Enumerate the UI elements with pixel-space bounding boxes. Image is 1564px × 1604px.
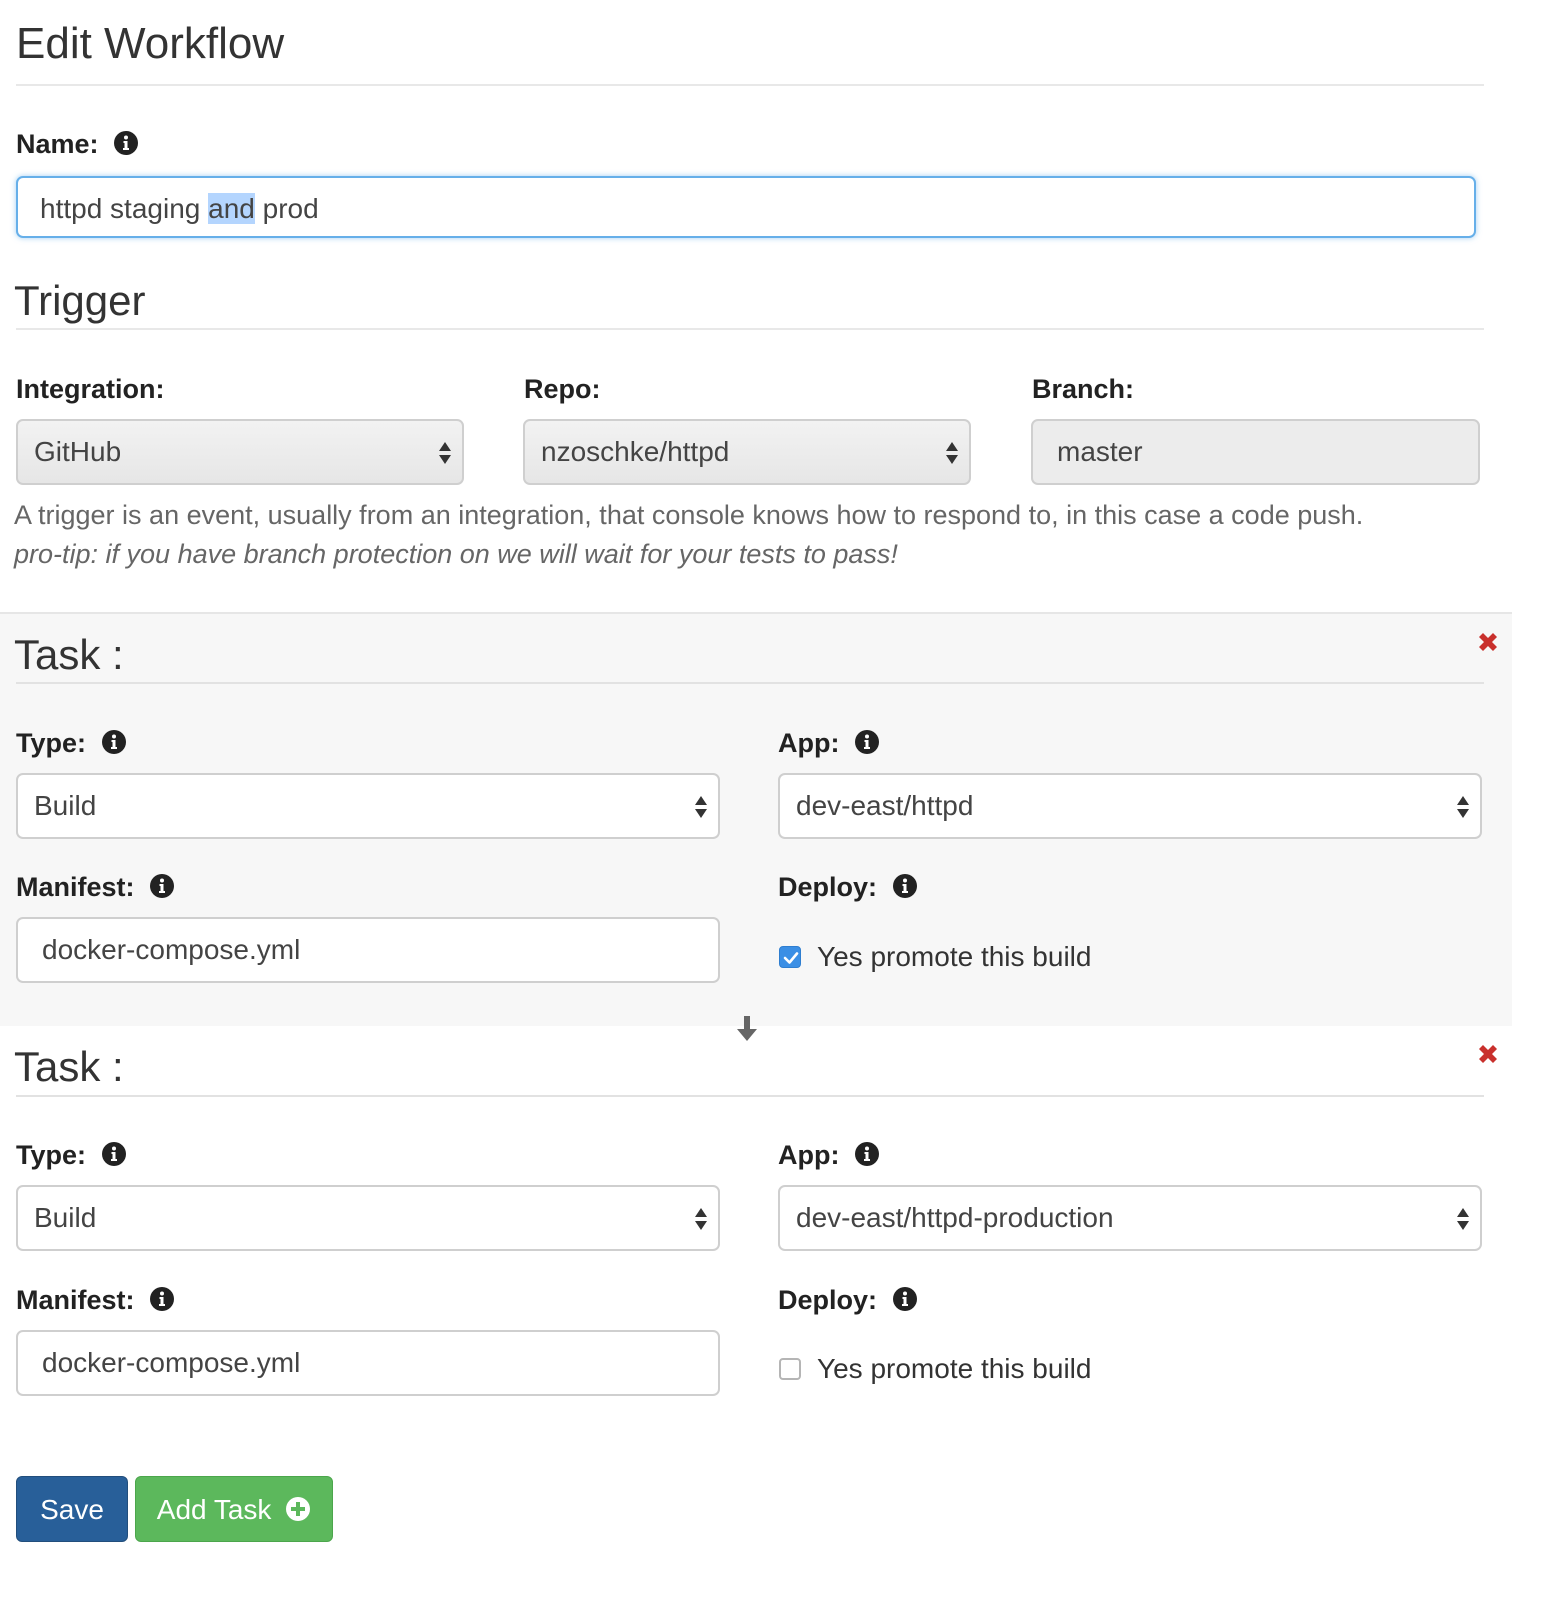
info-icon[interactable]: [854, 1141, 880, 1167]
task-heading: Task :: [14, 631, 124, 678]
type-label-row: Type:: [16, 1138, 127, 1172]
name-label-row: Name:: [16, 127, 139, 161]
branch-input[interactable]: master: [1031, 419, 1480, 485]
deploy-checkbox-label[interactable]: Yes promote this build: [817, 1352, 1091, 1386]
manifest-label-row: Manifest:: [16, 870, 175, 904]
app-label-row: App:: [778, 1138, 880, 1172]
trigger-help-text: A trigger is an event, usually from an i…: [14, 500, 1364, 530]
manifest-label-row: Manifest:: [16, 1283, 175, 1317]
info-icon[interactable]: [101, 729, 127, 755]
app-label-row: App:: [778, 726, 880, 760]
info-icon[interactable]: [149, 873, 175, 899]
add-task-button[interactable]: Add Task: [135, 1476, 333, 1542]
branch-value: master: [1057, 436, 1143, 467]
manifest-label: Manifest:: [16, 1285, 135, 1315]
plus-circle-icon: [286, 1497, 311, 1522]
manifest-input[interactable]: docker-compose.yml: [16, 1330, 720, 1396]
type-label: Type:: [16, 1140, 87, 1170]
remove-task-icon[interactable]: [1475, 629, 1501, 655]
select-arrows-icon: [695, 1208, 707, 1230]
type-label: Type:: [16, 728, 87, 758]
manifest-input[interactable]: docker-compose.yml: [16, 917, 720, 983]
integration-select[interactable]: GitHub: [16, 419, 464, 485]
deploy-checkbox-label[interactable]: Yes promote this build: [817, 940, 1091, 974]
manifest-value: docker-compose.yml: [42, 1347, 301, 1378]
type-select[interactable]: Build: [16, 1185, 720, 1251]
checkmark-icon: [783, 952, 799, 964]
info-icon[interactable]: [892, 1286, 918, 1312]
name-value-after: prod: [254, 193, 319, 224]
trigger-pro-tip: pro-tip: if you have branch protection o…: [14, 539, 898, 569]
name-label: Name:: [16, 129, 99, 159]
select-arrows-icon: [1457, 1208, 1469, 1230]
info-icon[interactable]: [113, 130, 139, 156]
add-task-button-label: Add Task: [156, 1494, 272, 1525]
task-divider: [16, 1095, 1484, 1097]
app-select[interactable]: dev-east/httpd-production: [778, 1185, 1482, 1251]
select-arrows-icon: [946, 442, 958, 464]
deploy-checkbox[interactable]: [779, 946, 801, 968]
select-arrows-icon: [1457, 796, 1469, 818]
task-divider: [16, 682, 1484, 684]
trigger-heading: Trigger: [14, 277, 146, 324]
type-select[interactable]: Build: [16, 773, 720, 839]
type-value: Build: [34, 1202, 97, 1233]
save-button[interactable]: Save: [16, 1476, 128, 1542]
page-title: Edit Workflow: [16, 19, 285, 68]
deploy-checkbox[interactable]: [779, 1358, 801, 1380]
repo-select[interactable]: nzoschke/httpd: [523, 419, 971, 485]
select-arrows-icon: [439, 442, 451, 464]
app-value: dev-east/httpd-production: [796, 1202, 1114, 1233]
trigger-divider: [16, 328, 1484, 330]
name-value-selected: and: [208, 193, 255, 224]
integration-label: Integration:: [16, 374, 165, 404]
select-arrows-icon: [695, 796, 707, 818]
repo-value: nzoschke/httpd: [541, 436, 730, 467]
manifest-value: docker-compose.yml: [42, 934, 301, 965]
type-label-row: Type:: [16, 726, 127, 760]
info-icon[interactable]: [892, 873, 918, 899]
repo-label: Repo:: [524, 374, 601, 404]
name-input[interactable]: httpd staging and prod: [16, 176, 1476, 238]
type-value: Build: [34, 790, 97, 821]
manifest-label: Manifest:: [16, 872, 135, 902]
name-value-before: httpd staging: [40, 193, 209, 224]
deploy-label: Deploy:: [778, 1285, 878, 1315]
deploy-label-row: Deploy:: [778, 870, 918, 904]
task-heading: Task :: [14, 1043, 124, 1090]
info-icon[interactable]: [101, 1141, 127, 1167]
integration-value: GitHub: [34, 436, 122, 467]
branch-label: Branch:: [1032, 374, 1135, 404]
remove-task-icon[interactable]: [1475, 1041, 1501, 1067]
info-icon[interactable]: [854, 729, 880, 755]
app-label: App:: [778, 728, 840, 758]
info-icon[interactable]: [149, 1286, 175, 1312]
app-label: App:: [778, 1140, 840, 1170]
deploy-label: Deploy:: [778, 872, 878, 902]
deploy-label-row: Deploy:: [778, 1283, 918, 1317]
app-value: dev-east/httpd: [796, 790, 974, 821]
save-button-label: Save: [40, 1494, 104, 1525]
arrow-down-icon: [737, 1016, 757, 1041]
header-divider: [16, 84, 1484, 86]
app-select[interactable]: dev-east/httpd: [778, 773, 1482, 839]
